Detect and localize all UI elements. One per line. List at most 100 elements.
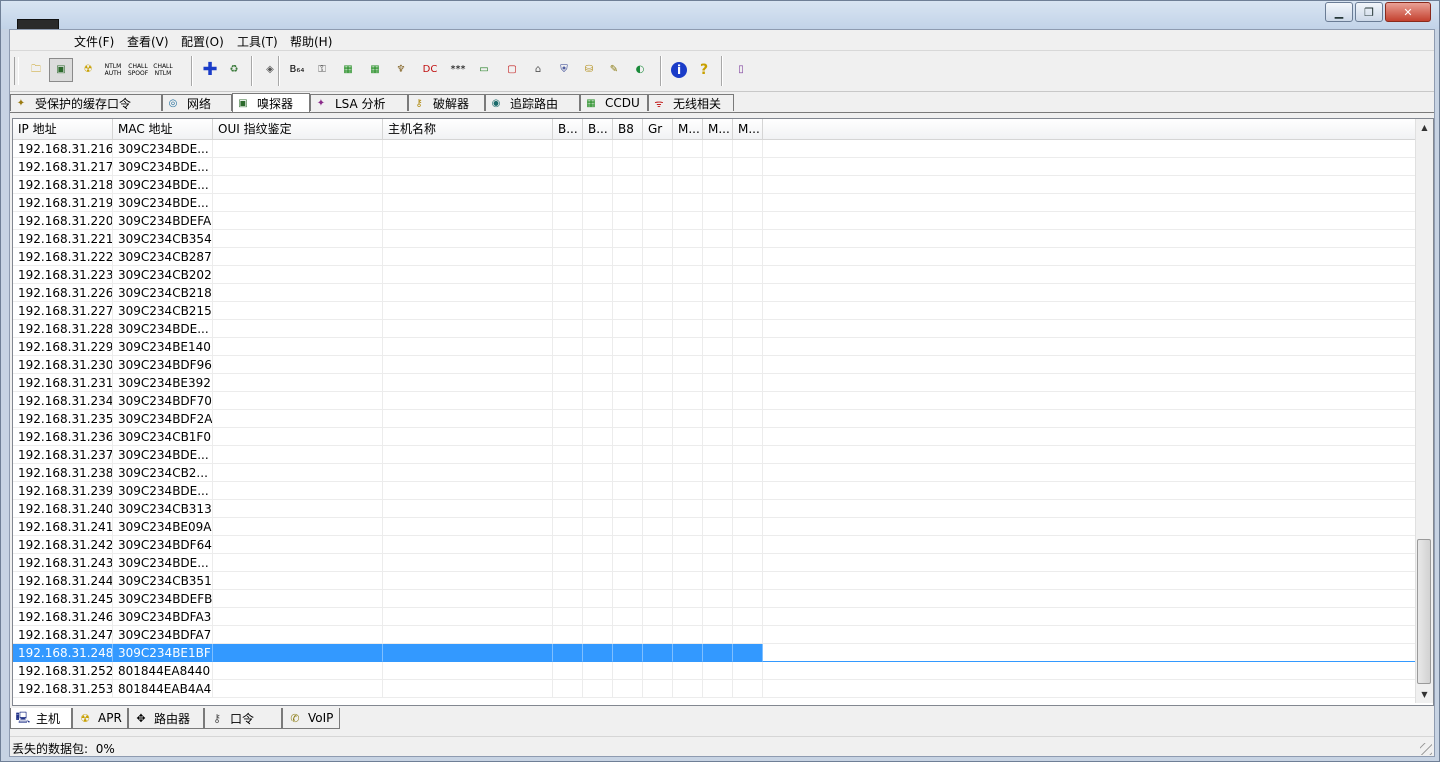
column-header[interactable]: MAC 地址 bbox=[113, 119, 213, 139]
column-header[interactable]: 主机名称 bbox=[383, 119, 553, 139]
key-book-button[interactable]: ✎ bbox=[602, 58, 626, 82]
hash-calc-button[interactable]: ▦ bbox=[336, 58, 360, 82]
table-row[interactable]: 192.168.31.243 309C234BDE... bbox=[13, 554, 1415, 572]
table-row[interactable]: 192.168.31.220 309C234BDEFA bbox=[13, 212, 1415, 230]
scroll-down-button[interactable]: ▼ bbox=[1416, 686, 1433, 703]
tab-lsa[interactable]: ✦ LSA 分析 bbox=[310, 94, 408, 111]
exit-door-button[interactable]: ▯ bbox=[729, 58, 753, 82]
table-row[interactable]: 192.168.31.217 309C234BDE... bbox=[13, 158, 1415, 176]
help-button[interactable]: ? bbox=[692, 58, 716, 82]
mac-cell: 309C234BDF2A bbox=[113, 410, 213, 428]
cd-export-button[interactable]: ◈ bbox=[258, 58, 282, 82]
view-tab-host-computer[interactable]: 🖳 主机 bbox=[10, 708, 72, 729]
table-row[interactable]: 192.168.31.222 309C234CB287 bbox=[13, 248, 1415, 266]
menu-help[interactable]: 帮助(H) bbox=[290, 33, 332, 50]
table-row[interactable]: 192.168.31.231 309C234BE392 bbox=[13, 374, 1415, 392]
sniffer-network-card-button[interactable]: ▣ bbox=[49, 58, 73, 82]
shield-recycle-button[interactable]: ♻ bbox=[222, 58, 246, 82]
table-row[interactable]: 192.168.31.234 309C234BDF70 bbox=[13, 392, 1415, 410]
table-row[interactable]: 192.168.31.252 801844EA8440 bbox=[13, 662, 1415, 680]
table-row[interactable]: 192.168.31.239 309C234BDE... bbox=[13, 482, 1415, 500]
base64-button[interactable]: B₆₄ bbox=[285, 58, 309, 82]
dc-button[interactable]: DC bbox=[418, 58, 442, 82]
table-row[interactable]: 192.168.31.230 309C234BDF96 bbox=[13, 356, 1415, 374]
folder-button[interactable]: 🗀 bbox=[24, 58, 48, 82]
view-tab-password-key[interactable]: ⚷ 口令 bbox=[204, 708, 282, 729]
table-row[interactable]: 192.168.31.245 309C234BDEFB bbox=[13, 590, 1415, 608]
wireless-key-button[interactable]: ♆ bbox=[389, 58, 413, 82]
column-header[interactable]: IP 地址 bbox=[13, 119, 113, 139]
terminal-button[interactable]: ▭ bbox=[472, 58, 496, 82]
scroll-thumb[interactable] bbox=[1417, 539, 1431, 684]
column-header[interactable]: B8 bbox=[613, 119, 643, 139]
table-row[interactable]: 192.168.31.238 309C234CB2... bbox=[13, 464, 1415, 482]
tab-sniffer[interactable]: ▣ 嗅探器 bbox=[232, 93, 310, 112]
table-row[interactable]: 192.168.31.235 309C234BDF2A bbox=[13, 410, 1415, 428]
close-button[interactable]: ✕ bbox=[1385, 2, 1431, 22]
table-row[interactable]: 192.168.31.223 309C234CB202 bbox=[13, 266, 1415, 284]
house-cert-button[interactable]: ⌂ bbox=[526, 58, 550, 82]
column-header[interactable]: OUI 指纹鉴定 bbox=[213, 119, 383, 139]
table-row[interactable]: 192.168.31.219 309C234BDE... bbox=[13, 194, 1415, 212]
tab-wireless-antenna[interactable]: ᯤ 无线相关 bbox=[648, 94, 734, 111]
table-row[interactable]: 192.168.31.241 309C234BE09A bbox=[13, 518, 1415, 536]
tab-cracker-key[interactable]: ⚷ 破解器 bbox=[408, 94, 485, 111]
chall-spoof-ntlm-button[interactable]: CHALL NTLM bbox=[151, 58, 175, 82]
table-cell-filler bbox=[763, 428, 1415, 446]
ntlm-auth-button[interactable]: NTLM AUTH bbox=[101, 58, 125, 82]
table-cell bbox=[703, 482, 733, 500]
view-tab-router-arrows[interactable]: ✥ 路由器 bbox=[128, 708, 204, 729]
info-button[interactable]: i bbox=[667, 58, 691, 82]
title-bar[interactable]: ▁ ❐ ✕ bbox=[1, 1, 1439, 31]
resize-grip[interactable] bbox=[1420, 743, 1432, 755]
table-row[interactable]: 192.168.31.244 309C234CB351 bbox=[13, 572, 1415, 590]
router-red-button[interactable]: ▢ bbox=[500, 58, 524, 82]
table-row[interactable]: 192.168.31.253 801844EAB4A4 bbox=[13, 680, 1415, 698]
table-row[interactable]: 192.168.31.248 309C234BE1BF bbox=[13, 644, 1415, 662]
menu-file[interactable]: 文件(F) bbox=[74, 33, 114, 50]
tab-cached-password[interactable]: ✦ 受保护的缓存口令 bbox=[10, 94, 162, 111]
column-header[interactable]: M... bbox=[733, 119, 763, 139]
column-header[interactable]: M... bbox=[703, 119, 733, 139]
column-header[interactable]: B... bbox=[583, 119, 613, 139]
mac-calc-button[interactable]: ▦ bbox=[363, 58, 387, 82]
table-row[interactable]: 192.168.31.246 309C234BDFA3 bbox=[13, 608, 1415, 626]
add-plus-button[interactable]: ✚ bbox=[198, 58, 222, 82]
menu-view[interactable]: 查看(V) bbox=[127, 33, 169, 50]
menu-config[interactable]: 配置(O) bbox=[181, 33, 224, 50]
table-row[interactable]: 192.168.31.237 309C234BDE... bbox=[13, 446, 1415, 464]
table-row[interactable]: 192.168.31.236 309C234CB1F0 bbox=[13, 428, 1415, 446]
column-header[interactable]: B... bbox=[553, 119, 583, 139]
table-row[interactable]: 192.168.31.240 309C234CB313 bbox=[13, 500, 1415, 518]
column-header[interactable]: Gr bbox=[643, 119, 673, 139]
table-row[interactable]: 192.168.31.226 309C234CB218 bbox=[13, 284, 1415, 302]
table-row[interactable]: 192.168.31.218 309C234BDE... bbox=[13, 176, 1415, 194]
toolbar-grip[interactable] bbox=[14, 57, 19, 85]
tab-ccdu[interactable]: ▦ CCDU bbox=[580, 94, 648, 111]
chall-spoof-reset-button[interactable]: CHALL SPOOF bbox=[126, 58, 150, 82]
table-row[interactable]: 192.168.31.228 309C234BDE... bbox=[13, 320, 1415, 338]
radiation-apr-button[interactable]: ☢ bbox=[76, 58, 100, 82]
hosts-list[interactable]: IP 地址 MAC 地址 OUI 指纹鉴定 主机名称 B... B... B8 Gr M... M… bbox=[12, 118, 1434, 706]
table-row[interactable]: 192.168.31.229 309C234BE140 bbox=[13, 338, 1415, 356]
vertical-scrollbar[interactable]: ▲ ▼ bbox=[1415, 119, 1433, 703]
table-row[interactable]: 192.168.31.221 309C234CB354 bbox=[13, 230, 1415, 248]
tab-traceroute[interactable]: ◉ 追踪路由 bbox=[485, 94, 580, 111]
table-row[interactable]: 192.168.31.227 309C234CB215 bbox=[13, 302, 1415, 320]
view-tab-voip[interactable]: ✆ VoIP bbox=[282, 708, 340, 729]
tab-network-globe[interactable]: ◎ 网络 bbox=[162, 94, 232, 111]
maximize-button[interactable]: ❐ bbox=[1355, 2, 1383, 22]
view-tab-apr-radiation[interactable]: ☢ APR bbox=[72, 708, 128, 729]
column-header[interactable]: M... bbox=[673, 119, 703, 139]
table-row[interactable]: 192.168.31.247 309C234BDFA7 bbox=[13, 626, 1415, 644]
table-row[interactable]: 192.168.31.216 309C234BDE... bbox=[13, 140, 1415, 158]
database-button[interactable]: ⛁ bbox=[577, 58, 601, 82]
wifi-scan-button[interactable]: ◐ bbox=[628, 58, 652, 82]
shield-globe-button[interactable]: ⛨ bbox=[552, 58, 576, 82]
minimize-button[interactable]: ▁ bbox=[1325, 2, 1353, 22]
key-decoder-button[interactable]: ⚿ bbox=[310, 58, 334, 82]
menu-tools[interactable]: 工具(T) bbox=[237, 33, 278, 50]
password-stars-button[interactable]: *** bbox=[446, 58, 470, 82]
table-row[interactable]: 192.168.31.242 309C234BDF64 bbox=[13, 536, 1415, 554]
scroll-up-button[interactable]: ▲ bbox=[1416, 119, 1433, 136]
